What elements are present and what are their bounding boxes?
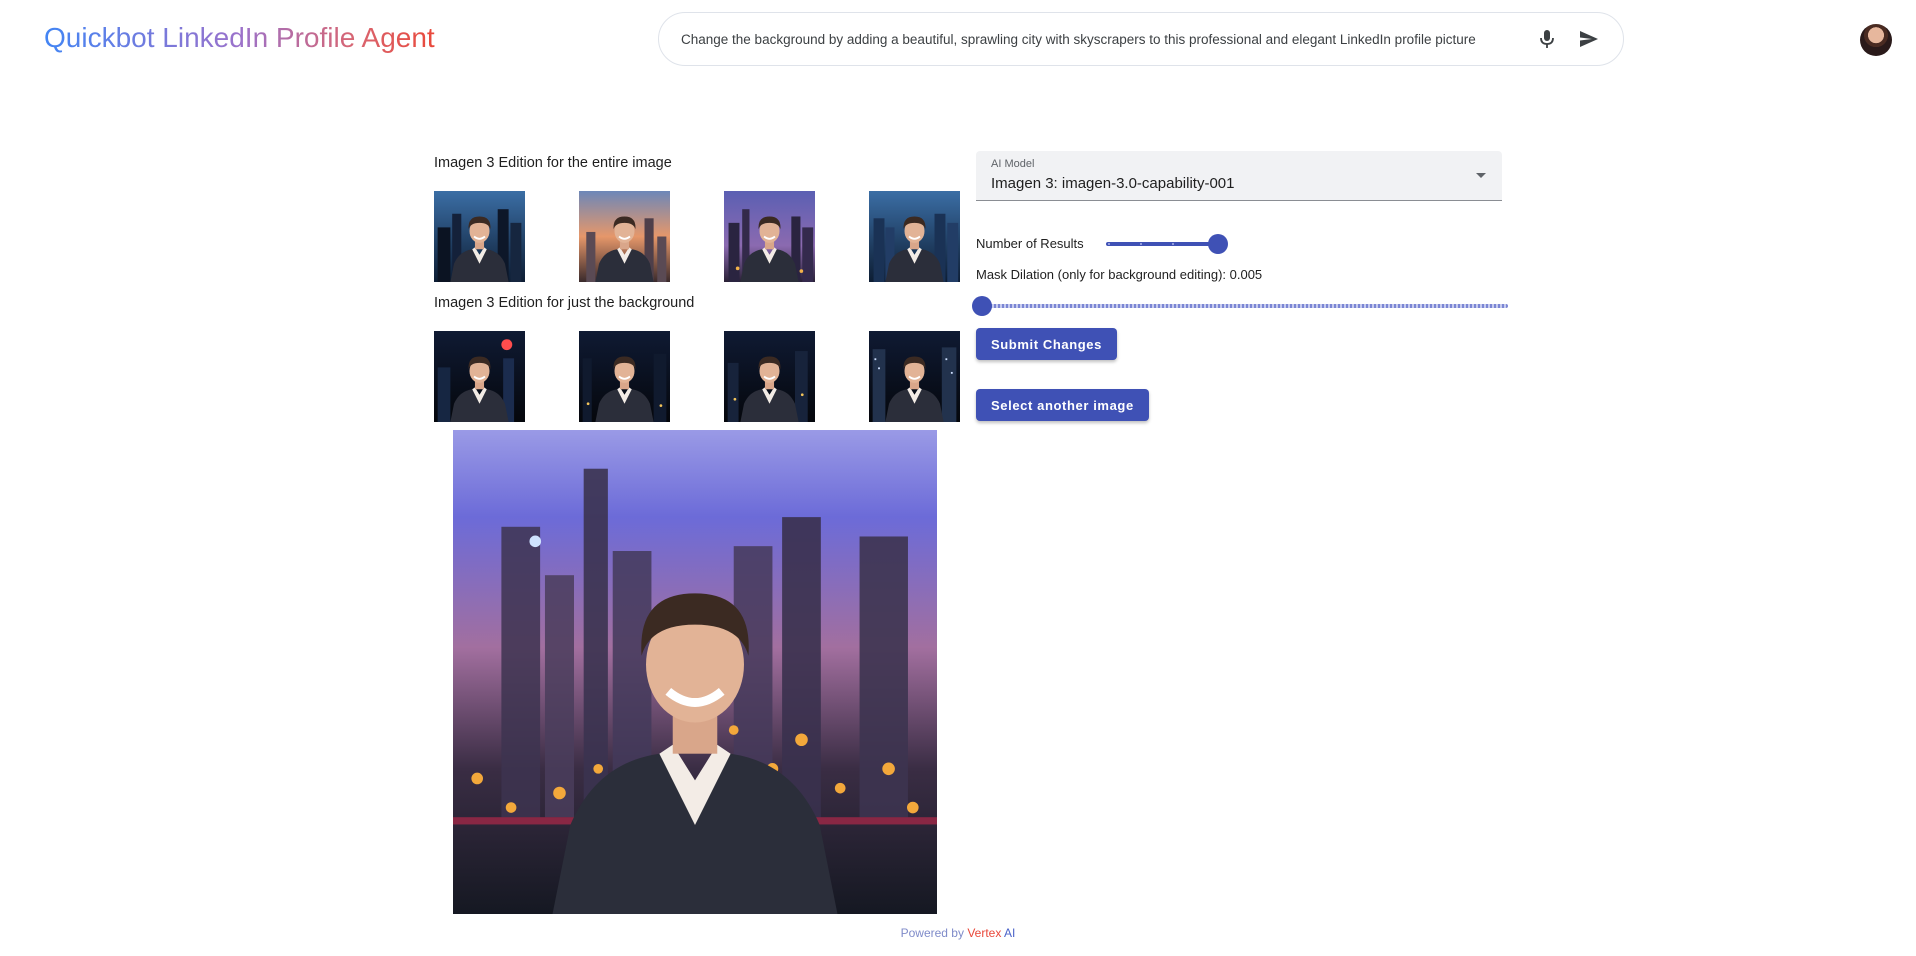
number-of-results-label: Number of Results xyxy=(976,236,1084,251)
slider-tick xyxy=(1140,243,1142,245)
slider-tick xyxy=(1108,243,1110,245)
footer-prefix: Powered by xyxy=(900,926,964,940)
entire-image-section-title: Imagen 3 Edition for the entire image xyxy=(434,155,672,171)
entire-image-result-2[interactable] xyxy=(579,191,670,282)
ai-model-value: Imagen 3: imagen-3.0-capability-001 xyxy=(991,175,1235,192)
chevron-down-icon xyxy=(1476,173,1486,178)
select-another-image-button[interactable]: Select another image xyxy=(976,389,1149,421)
microphone-icon[interactable] xyxy=(1531,23,1563,55)
mask-dilation-track xyxy=(982,304,1508,308)
number-of-results-slider[interactable] xyxy=(1106,232,1228,256)
background-result-1[interactable] xyxy=(434,331,525,422)
mask-dilation-label: Mask Dilation (only for background editi… xyxy=(976,267,1263,282)
user-avatar[interactable] xyxy=(1860,24,1892,56)
entire-image-result-3[interactable] xyxy=(724,191,815,282)
selected-profile-image xyxy=(453,430,937,914)
footer-brand-vertex: Vertex xyxy=(967,926,1002,940)
background-result-2[interactable] xyxy=(579,331,670,422)
submit-changes-button[interactable]: Submit Changes xyxy=(976,328,1117,360)
ai-model-label: AI Model xyxy=(991,158,1035,170)
footer-brand-ai: AI xyxy=(1004,926,1016,940)
background-result-3[interactable] xyxy=(724,331,815,422)
background-result-4[interactable] xyxy=(869,331,960,422)
send-icon[interactable] xyxy=(1573,23,1605,55)
mask-dilation-handle[interactable] xyxy=(972,296,992,316)
background-section-title: Imagen 3 Edition for just the background xyxy=(434,295,695,311)
slider-tick xyxy=(1172,243,1174,245)
entire-image-result-1[interactable] xyxy=(434,191,525,282)
number-of-results-handle[interactable] xyxy=(1208,234,1228,254)
footer: Powered by Vertex AI xyxy=(0,926,1916,940)
entire-image-result-4[interactable] xyxy=(869,191,960,282)
ai-model-select[interactable]: AI Model Imagen 3: imagen-3.0-capability… xyxy=(976,151,1502,201)
number-of-results-track xyxy=(1106,242,1218,246)
app-title: Quickbot LinkedIn Profile Agent xyxy=(44,22,435,53)
prompt-bar xyxy=(658,12,1624,66)
mask-dilation-slider[interactable] xyxy=(972,294,1508,318)
prompt-input[interactable] xyxy=(681,31,1521,47)
